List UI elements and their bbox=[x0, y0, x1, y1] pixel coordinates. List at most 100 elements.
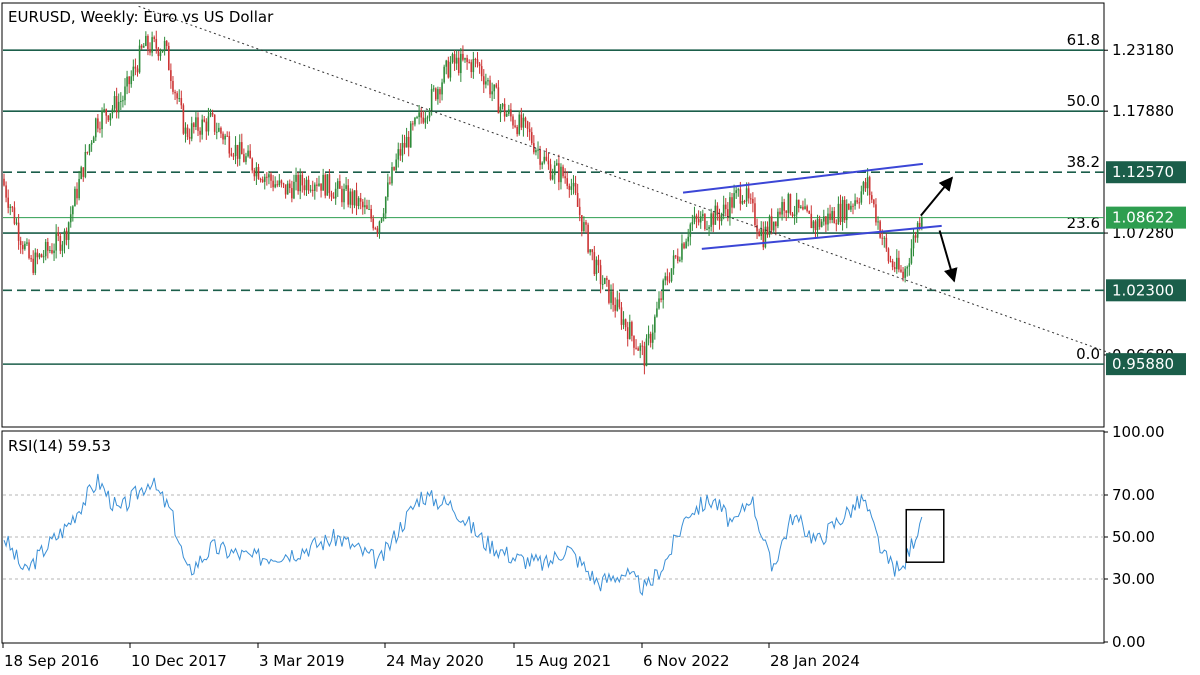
candle-body bbox=[558, 163, 560, 183]
candle-body bbox=[660, 298, 662, 300]
scenario-arrow bbox=[938, 230, 958, 283]
candle-body bbox=[516, 126, 518, 135]
candle-body bbox=[426, 117, 429, 119]
candle-body bbox=[380, 218, 383, 222]
candle-body bbox=[163, 40, 166, 51]
candle-body bbox=[877, 221, 879, 223]
candle-body bbox=[117, 101, 120, 113]
candle-body bbox=[566, 178, 569, 186]
candle-body bbox=[351, 191, 354, 206]
candle-body bbox=[530, 132, 533, 144]
candle-body bbox=[412, 123, 414, 125]
x-axis-tick-label: 10 Dec 2017 bbox=[131, 652, 227, 670]
candle-body bbox=[743, 200, 746, 202]
candle-body bbox=[539, 149, 541, 165]
candle-body bbox=[608, 279, 610, 303]
candle-body bbox=[635, 347, 637, 349]
candle-body bbox=[257, 167, 260, 180]
candle-body bbox=[737, 189, 740, 191]
candle-body bbox=[691, 221, 694, 225]
candle-body bbox=[841, 199, 844, 222]
candle-body bbox=[286, 183, 289, 195]
candle-body bbox=[562, 166, 564, 177]
candle-body bbox=[518, 114, 521, 135]
candle-body bbox=[94, 118, 97, 138]
candle-body bbox=[850, 205, 852, 210]
candle-body bbox=[232, 155, 235, 157]
candle-body bbox=[32, 258, 35, 273]
axis-layer: 1.231801.178801.072800.966801.125701.086… bbox=[2, 41, 1186, 670]
candle-body bbox=[681, 243, 683, 260]
candle-body bbox=[747, 188, 750, 199]
candle-body bbox=[122, 100, 124, 102]
candle-body bbox=[672, 255, 675, 269]
candle-body bbox=[510, 109, 512, 117]
candle-body bbox=[820, 221, 823, 227]
candle-body bbox=[326, 174, 329, 196]
price-chart-title: EURUSD, Weekly: Euro vs US Dollar bbox=[8, 8, 274, 26]
candle-body bbox=[908, 263, 911, 267]
candle-body bbox=[9, 206, 12, 208]
candle-body bbox=[468, 61, 470, 63]
candle-body bbox=[195, 117, 197, 127]
candle-body bbox=[368, 208, 370, 210]
candle-body bbox=[147, 35, 149, 50]
candle-body bbox=[188, 136, 191, 139]
candle-body bbox=[272, 180, 274, 188]
candle-body bbox=[201, 119, 203, 135]
candle-body bbox=[316, 184, 318, 186]
candle-body bbox=[535, 150, 537, 153]
candle-body bbox=[639, 345, 642, 351]
candle-body bbox=[470, 62, 473, 73]
candle-body bbox=[432, 88, 435, 90]
candle-body bbox=[848, 203, 850, 210]
candle-body bbox=[132, 66, 135, 77]
candle-body bbox=[347, 185, 349, 205]
candle-body bbox=[812, 221, 815, 229]
candle-body bbox=[658, 298, 660, 309]
candle-body bbox=[574, 182, 577, 193]
candle-body bbox=[887, 248, 890, 262]
candle-body bbox=[86, 152, 89, 154]
candle-body bbox=[610, 291, 612, 303]
candle-body bbox=[15, 222, 18, 224]
candle-body bbox=[800, 206, 802, 209]
candle-body bbox=[322, 174, 324, 191]
candle-body bbox=[818, 218, 821, 227]
candle-body bbox=[462, 53, 464, 60]
candle-body bbox=[314, 184, 316, 191]
candle-body bbox=[7, 197, 9, 208]
candle-body bbox=[649, 333, 652, 343]
candle-body bbox=[896, 257, 898, 270]
candle-body bbox=[898, 257, 900, 270]
candle-body bbox=[603, 278, 606, 284]
candle-body bbox=[203, 119, 206, 122]
x-axis-tick-label: 6 Nov 2022 bbox=[643, 652, 730, 670]
candle-body bbox=[65, 230, 68, 240]
candle-body bbox=[685, 241, 687, 249]
candle-body bbox=[105, 109, 108, 116]
candle-body bbox=[651, 332, 654, 343]
candle-body bbox=[893, 267, 896, 270]
candle-body bbox=[695, 215, 698, 220]
candle-body bbox=[136, 68, 139, 73]
candle-body bbox=[572, 182, 575, 187]
candle-body bbox=[643, 346, 646, 367]
candle-body bbox=[522, 117, 525, 128]
candle-body bbox=[42, 256, 45, 258]
candle-body bbox=[870, 195, 873, 200]
candle-body bbox=[860, 191, 863, 203]
candle-body bbox=[706, 228, 708, 230]
candle-body bbox=[749, 198, 752, 200]
candle-body bbox=[261, 179, 264, 182]
candle-body bbox=[124, 86, 126, 101]
candle-body bbox=[637, 348, 639, 351]
candle-body bbox=[666, 276, 669, 281]
candle-body bbox=[422, 117, 425, 123]
candle-body bbox=[69, 214, 72, 223]
candle-body bbox=[906, 266, 909, 269]
candle-body bbox=[220, 127, 222, 134]
candle-body bbox=[211, 112, 214, 115]
candle-body bbox=[393, 167, 395, 170]
candle-body bbox=[445, 60, 448, 67]
